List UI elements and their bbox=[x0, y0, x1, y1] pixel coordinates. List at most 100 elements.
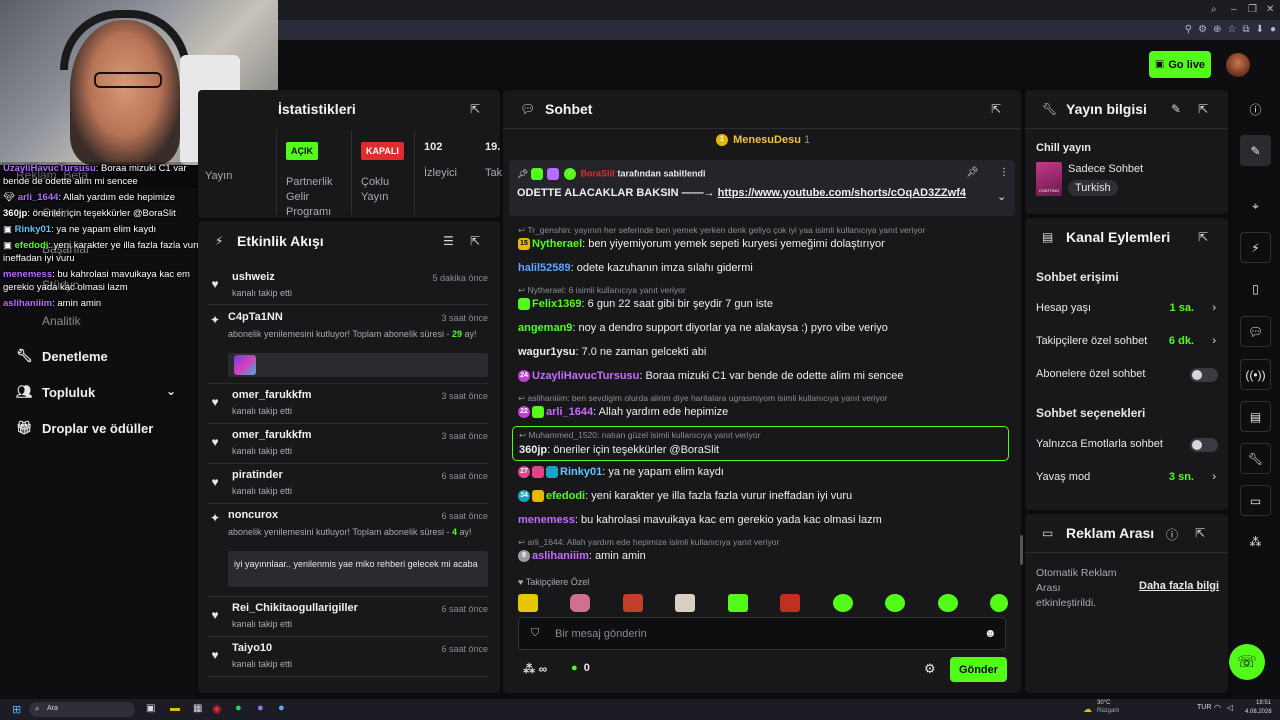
emote-icon[interactable] bbox=[728, 594, 748, 612]
account-age-row[interactable]: Hesap yaşı 1 sa. › bbox=[1036, 302, 1218, 316]
emote-icon[interactable] bbox=[780, 594, 800, 612]
weather-icon: ☁ bbox=[1083, 704, 1092, 714]
more-icon[interactable]: ⋮ bbox=[999, 167, 1009, 178]
emote-icon[interactable] bbox=[675, 594, 695, 612]
document-icon[interactable]: ▯ bbox=[1240, 273, 1271, 304]
browser-address-bar[interactable]: ⚲ ⚙ ⊕ ☆ ⧉ ⬇ ● bbox=[278, 20, 1280, 40]
unpin-icon[interactable]: 📌︎ bbox=[966, 167, 979, 178]
followers-only-row[interactable]: Takipçilere özel sohbet 6 dk. › bbox=[1036, 335, 1218, 349]
activity-feed-panel: ⚡︎ Etkinlik Akışı ☰ ⇱ ♥ ushweiz 5 dakika… bbox=[198, 221, 500, 693]
chat-options-heading: Sohbet seçenekleri bbox=[1036, 406, 1146, 420]
broadcast-icon[interactable]: ((•)) bbox=[1240, 359, 1271, 390]
filter-icon[interactable]: ☰ bbox=[443, 234, 454, 248]
wrench-icon[interactable]: 🔧︎ bbox=[1240, 443, 1271, 474]
subscribers-only-toggle[interactable] bbox=[1190, 368, 1218, 382]
popout-icon[interactable]: ⇱ bbox=[1198, 102, 1208, 116]
stream-category[interactable]: Sadece Sohbet bbox=[1068, 163, 1143, 175]
steam-icon[interactable]: ● bbox=[278, 702, 285, 714]
popout-icon[interactable]: ⇱ bbox=[470, 102, 480, 116]
support-button[interactable]: ☏ bbox=[1229, 644, 1265, 680]
chat-input[interactable]: ⛉ Bir mesaj gönderin ☻ bbox=[518, 617, 1006, 650]
edit-icon[interactable]: ✎ bbox=[1171, 102, 1181, 116]
info-icon[interactable]: ⓘ bbox=[1166, 526, 1178, 543]
wrench-icon: 🔧︎ bbox=[16, 348, 33, 363]
popout-icon[interactable]: ⇱ bbox=[470, 234, 480, 248]
glasses bbox=[94, 72, 162, 88]
popout-icon[interactable]: ⇱ bbox=[991, 102, 1001, 116]
send-button[interactable]: Gönder bbox=[950, 657, 1007, 682]
folder-icon[interactable]: ▬ bbox=[170, 703, 180, 714]
chat-scrollbar[interactable] bbox=[1020, 535, 1023, 565]
wifi-icon[interactable]: ◠ bbox=[1214, 703, 1221, 712]
popout-icon[interactable]: ⇱ bbox=[1195, 526, 1205, 540]
reply-context: ↩ Nytherael: 6 isimli kullanıcıya yanıt … bbox=[518, 285, 686, 295]
reply-context: ↩ arli_1644: Allah yardım ede hepimize i… bbox=[518, 537, 780, 547]
emote-icon[interactable] bbox=[885, 594, 905, 612]
edit-icon[interactable]: ✎ bbox=[1240, 135, 1271, 166]
windows-start-icon[interactable]: ⊞ bbox=[12, 703, 21, 716]
sliders-icon[interactable]: ▤ bbox=[1240, 401, 1271, 432]
extension-icon[interactable]: ⊕ bbox=[1213, 24, 1221, 36]
minimize-icon[interactable]: – bbox=[1231, 4, 1237, 15]
lightning-icon[interactable]: ⚡︎ bbox=[1240, 232, 1271, 263]
chevron-right-icon: › bbox=[1212, 302, 1216, 314]
extension-icon[interactable]: ☆ bbox=[1227, 24, 1236, 36]
task-view-icon[interactable]: ▣ bbox=[146, 703, 155, 714]
info-icon[interactable]: ⓘ bbox=[1240, 94, 1271, 125]
close-icon[interactable]: ✕ bbox=[1266, 4, 1274, 15]
emote-icon[interactable] bbox=[623, 594, 643, 612]
emote-icon[interactable] bbox=[570, 594, 590, 612]
star-icon: ✦ bbox=[209, 313, 221, 327]
reply-context: ↩ Tr_genshin: yayının her seferinde ben … bbox=[518, 225, 926, 235]
nav-item-drops[interactable]: 🎁︎ Droplar ve ödüller bbox=[16, 418, 153, 438]
channel-points[interactable]: ⁂ ∞ bbox=[523, 662, 547, 676]
emote-icon[interactable] bbox=[518, 594, 538, 612]
profile-icon[interactable]: ● bbox=[1270, 24, 1276, 36]
nav-item-moderation[interactable]: 🔧︎ Denetleme bbox=[16, 346, 108, 366]
slow-mode-row[interactable]: Yavaş mod 3 sn. › bbox=[1036, 471, 1218, 485]
stat-multistream: KAPALI Çoklu Yayın bbox=[361, 141, 404, 205]
user-avatar[interactable] bbox=[1226, 53, 1250, 77]
points-icon[interactable]: ⁂ bbox=[1240, 526, 1271, 557]
chevron-down-icon[interactable]: ⌄ bbox=[997, 190, 1006, 203]
wrench-icon: 🔧︎ bbox=[1042, 102, 1058, 116]
popout-icon[interactable]: ⇱ bbox=[1198, 230, 1208, 244]
chat-message: 34 efedodi: yeni karakter ye illa fazla f… bbox=[518, 490, 852, 503]
emote-icon bbox=[234, 355, 256, 375]
category-thumbnail: CHATTING bbox=[1036, 162, 1062, 196]
learn-more-link[interactable]: Daha fazla bilgi bbox=[1139, 580, 1219, 592]
go-live-button[interactable]: ▣ Go live bbox=[1149, 51, 1211, 78]
search-icon[interactable]: ⌕ bbox=[1211, 4, 1217, 15]
taskbar-search[interactable]: ⌕ Ara bbox=[29, 702, 135, 717]
emote-icon[interactable] bbox=[990, 594, 1008, 612]
clock-time[interactable]: 18:51 bbox=[1256, 700, 1271, 706]
app-icon[interactable]: ▦ bbox=[193, 703, 202, 714]
badge-icon bbox=[530, 168, 543, 180]
nav-item-community[interactable]: 👥︎ Topluluk ⌄ bbox=[16, 382, 176, 402]
chat-message: 24 UzayliHavucTursusu: Boraa mizuki C1 va… bbox=[518, 370, 904, 383]
discord-icon[interactable]: ● bbox=[257, 702, 264, 714]
spotify-icon[interactable]: ● bbox=[235, 702, 242, 714]
emoji-icon[interactable]: ☻ bbox=[984, 626, 997, 640]
volume-icon[interactable]: ◁ bbox=[1227, 703, 1233, 712]
extension-icon[interactable]: ⚙ bbox=[1198, 24, 1207, 36]
emote-icon[interactable] bbox=[938, 594, 958, 612]
restore-icon[interactable]: ❐ bbox=[1248, 4, 1257, 15]
clock-date[interactable]: 4.08.2026 bbox=[1245, 709, 1272, 715]
extension-icon[interactable]: ⧉ bbox=[1242, 24, 1249, 36]
emote-only-toggle[interactable] bbox=[1190, 438, 1218, 452]
scan-icon[interactable]: ⌖ bbox=[1240, 191, 1271, 222]
language-indicator[interactable]: TUR bbox=[1197, 704, 1211, 711]
chat-icon[interactable]: 💬︎ bbox=[1240, 316, 1271, 347]
pinned-link[interactable]: https://www.youtube.com/shorts/cOqAD3ZZw… bbox=[718, 187, 966, 199]
extension-icon[interactable]: ⬇ bbox=[1256, 24, 1264, 36]
overlay-line: menemess: bu kahrolasi mavuikaya kac em … bbox=[3, 269, 190, 293]
emote-icon[interactable] bbox=[833, 594, 853, 612]
gear-icon[interactable]: ⚙ bbox=[924, 661, 936, 677]
kicks-balance[interactable]: ● 0 bbox=[571, 662, 590, 674]
browser-icon[interactable]: ◉ bbox=[212, 702, 222, 715]
stat-label: Yayın bbox=[205, 170, 233, 182]
extension-icon[interactable]: ⚲ bbox=[1185, 24, 1192, 36]
top-gifter[interactable]: 1 MenesuDesu 1 bbox=[716, 134, 810, 147]
window-icon[interactable]: ▭ bbox=[1240, 485, 1271, 516]
